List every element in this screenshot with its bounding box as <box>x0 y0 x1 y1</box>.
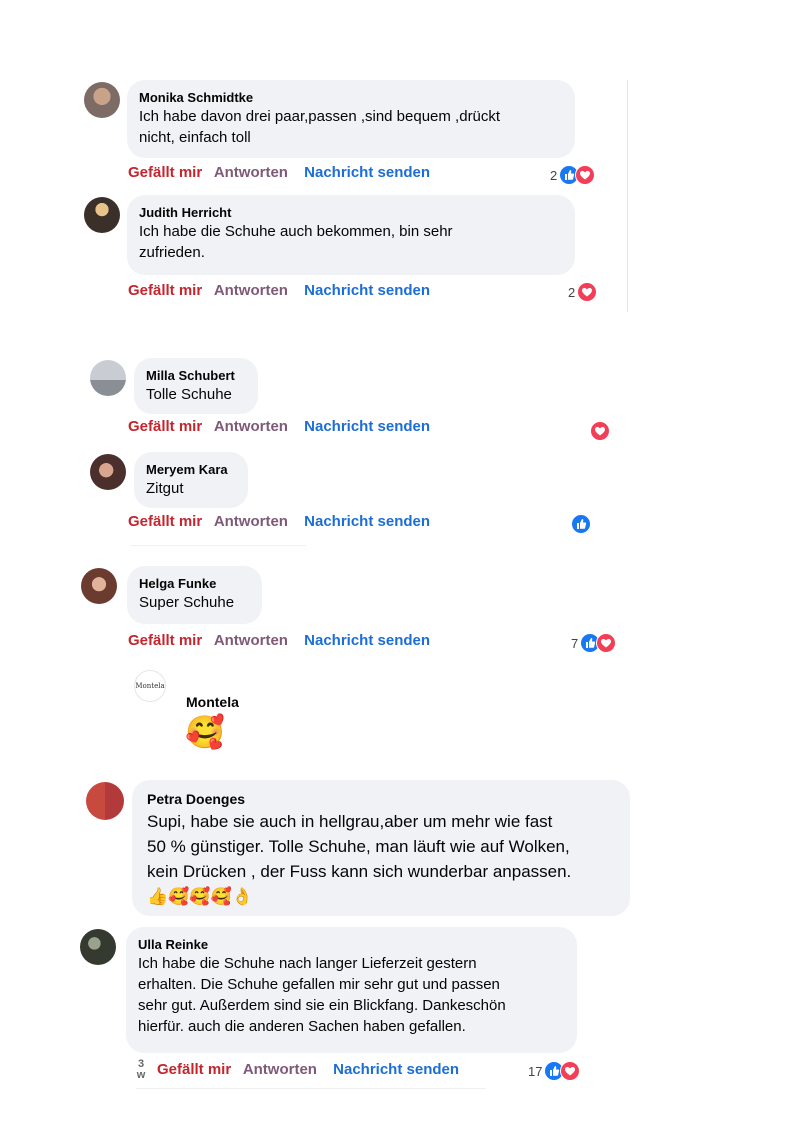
comment-actions: Gefällt mir Antworten Nachricht senden <box>128 512 430 532</box>
avatar[interactable] <box>90 360 126 396</box>
like-button[interactable]: Gefällt mir <box>128 164 202 181</box>
like-button[interactable]: Gefällt mir <box>128 418 202 435</box>
love-icon <box>577 282 598 302</box>
reaction-count: 2 <box>568 284 576 300</box>
comment-author[interactable]: Helga Funke <box>139 575 250 592</box>
comment-text: Supi, habe sie auch in hellgrau,aber um … <box>147 812 572 906</box>
comment-text: Super Schuhe <box>139 594 235 611</box>
timestamp[interactable]: 3 w <box>136 1059 146 1081</box>
comment-text: Ich habe die Schuhe auch bekommen, bin s… <box>139 223 453 261</box>
reaction-count: 17 <box>528 1063 543 1079</box>
page-logo[interactable]: Montela <box>134 670 166 702</box>
reactions-summary[interactable]: 2 <box>568 281 598 303</box>
send-message-button[interactable]: Nachricht senden <box>304 418 430 435</box>
comment-text: Ich habe die Schuhe nach langer Lieferze… <box>138 955 506 1035</box>
avatar[interactable] <box>90 454 126 490</box>
comment-bubble: Judith Herricht Ich habe die Schuhe auch… <box>127 195 575 275</box>
send-message-button[interactable]: Nachricht senden <box>304 632 430 649</box>
logo-text: Montela <box>135 682 165 690</box>
comment-bubble: Milla Schubert Tolle Schuhe <box>134 358 258 414</box>
like-button[interactable]: Gefällt mir <box>128 632 202 649</box>
reply-button[interactable]: Antworten <box>214 164 288 181</box>
comment-text: Zitgut <box>146 480 184 497</box>
comment-author[interactable]: Monika Schmidtke <box>139 89 563 106</box>
reactions-summary[interactable] <box>590 420 610 442</box>
avatar[interactable] <box>81 568 117 604</box>
thread-line <box>627 80 628 312</box>
reaction-count: 2 <box>550 167 558 183</box>
comment-bubble: Meryem Kara Zitgut <box>134 452 248 508</box>
divider <box>130 545 306 546</box>
reply-button[interactable]: Antworten <box>243 1061 317 1078</box>
reaction-count: 7 <box>571 635 579 651</box>
comment-author[interactable]: Milla Schubert <box>146 367 246 384</box>
avatar[interactable] <box>80 929 116 965</box>
send-message-button[interactable]: Nachricht senden <box>304 282 430 299</box>
send-message-button[interactable]: Nachricht senden <box>304 164 430 181</box>
reply-button[interactable]: Antworten <box>214 632 288 649</box>
comment-text: 🥰 <box>185 714 225 750</box>
reactions-summary[interactable]: 7 <box>571 632 617 654</box>
comment-text: Tolle Schuhe <box>146 386 232 403</box>
love-icon <box>590 421 610 441</box>
comment-text: Ich habe davon drei paar,passen ,sind be… <box>139 108 501 146</box>
like-button[interactable]: Gefällt mir <box>128 282 202 299</box>
comment-author[interactable]: Judith Herricht <box>139 204 563 221</box>
avatar[interactable] <box>86 782 124 820</box>
comment-author[interactable]: Montela <box>186 694 239 710</box>
comment-actions: Gefällt mir Antworten Nachricht senden <box>128 631 430 651</box>
comment-author[interactable]: Petra Doenges <box>147 789 618 809</box>
comment-actions: Gefällt mir Antworten Nachricht senden <box>157 1060 459 1080</box>
love-icon <box>575 165 596 185</box>
avatar[interactable] <box>84 82 120 118</box>
like-button[interactable]: Gefällt mir <box>157 1061 231 1078</box>
reply-button[interactable]: Antworten <box>214 513 288 530</box>
love-icon <box>596 633 617 653</box>
reply-button[interactable]: Antworten <box>214 282 288 299</box>
comment-actions: Gefällt mir Antworten Nachricht senden <box>128 163 430 183</box>
divider <box>136 1088 486 1089</box>
timestamp-unit: w <box>136 1069 146 1081</box>
comment-bubble: Petra Doenges Supi, habe sie auch in hel… <box>132 780 630 916</box>
reply-button[interactable]: Antworten <box>214 418 288 435</box>
love-icon <box>560 1061 581 1081</box>
avatar[interactable] <box>84 197 120 233</box>
comment-actions: Gefällt mir Antworten Nachricht senden <box>128 417 430 437</box>
comment-actions: Gefällt mir Antworten Nachricht senden <box>128 281 430 301</box>
reactions-summary[interactable] <box>571 513 591 535</box>
comment-author[interactable]: Meryem Kara <box>146 461 236 478</box>
comment-author[interactable]: Ulla Reinke <box>138 936 565 953</box>
like-button[interactable]: Gefällt mir <box>128 513 202 530</box>
comment-bubble: Helga Funke Super Schuhe <box>127 566 262 624</box>
reactions-summary[interactable]: 2 <box>550 164 596 186</box>
comment-bubble: Ulla Reinke Ich habe die Schuhe nach lan… <box>126 927 577 1053</box>
reactions-summary[interactable]: 17 <box>528 1060 581 1082</box>
send-message-button[interactable]: Nachricht senden <box>333 1061 459 1078</box>
like-icon <box>571 514 591 534</box>
send-message-button[interactable]: Nachricht senden <box>304 513 430 530</box>
comment-bubble: Monika Schmidtke Ich habe davon drei paa… <box>127 80 575 158</box>
